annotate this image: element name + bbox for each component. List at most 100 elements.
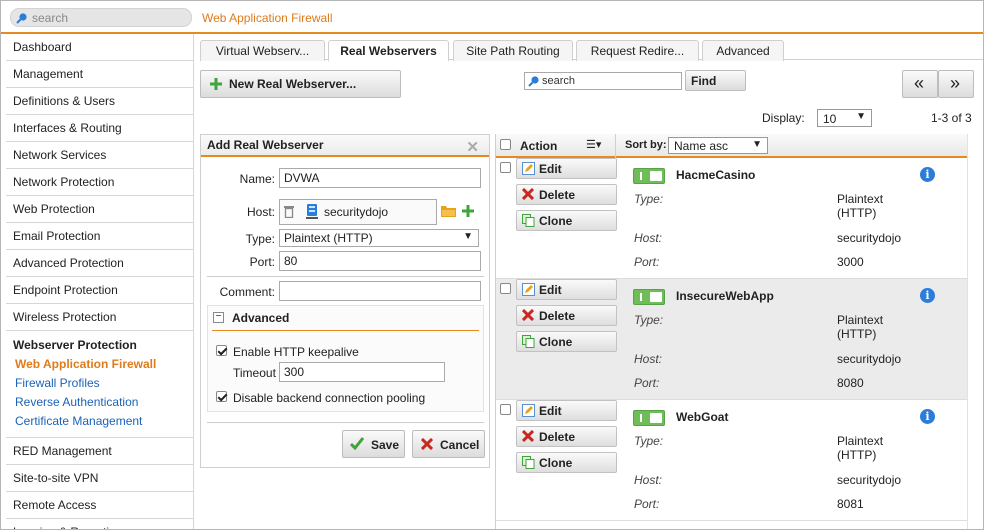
sidebar-subitem-reverse-authentication[interactable]: Reverse Authentication (13, 395, 193, 414)
name-field[interactable]: DVWA (279, 168, 481, 188)
edit-button[interactable]: Edit (516, 158, 617, 179)
sidebar-item-network-protection[interactable]: Network Protection (6, 169, 193, 196)
close-icon[interactable]: ✕ (466, 138, 479, 156)
save-button[interactable]: Save (342, 430, 405, 458)
keepalive-checkbox[interactable] (216, 345, 227, 356)
find-label: Find (691, 74, 717, 88)
sort-label: Sort by: (625, 139, 667, 151)
find-button[interactable]: Find (685, 70, 746, 91)
clone-button[interactable]: Clone (516, 452, 617, 473)
row-checkbox[interactable] (500, 283, 511, 294)
sidebar-item-management[interactable]: Management (6, 61, 193, 88)
delete-button[interactable]: Delete (516, 426, 617, 447)
check-icon (350, 437, 364, 450)
tab-advanced[interactable]: Advanced (702, 40, 784, 61)
delete-label: Delete (539, 188, 576, 202)
comment-field[interactable] (279, 281, 481, 301)
enable-toggle[interactable] (633, 289, 665, 305)
edit-button[interactable]: Edit (516, 400, 617, 421)
divider (207, 276, 484, 277)
chevron-down-icon: ▼ (463, 231, 473, 242)
webserver-name: WebGoat (676, 410, 729, 424)
host-key: Host: (634, 352, 663, 366)
sidebar-subitem-web-application-firewall[interactable]: Web Application Firewall (13, 357, 193, 376)
clone-icon (522, 214, 535, 227)
new-real-webserver-button[interactable]: New Real Webserver... (200, 70, 401, 98)
sidebar-item-site-to-site-vpn[interactable]: Site-to-site VPN (6, 465, 193, 492)
plus-icon[interactable] (462, 205, 474, 217)
info-icon[interactable]: i (920, 167, 935, 182)
sidebar-search-input[interactable]: search (10, 8, 192, 27)
edit-button[interactable]: Edit (516, 279, 617, 300)
port-value: 3000 (837, 255, 864, 269)
panel-title: Add Real Webserver (201, 135, 489, 157)
tab-site-path-routing[interactable]: Site Path Routing (453, 40, 573, 61)
scrollbar[interactable] (967, 134, 983, 529)
host-key: Host: (634, 473, 663, 487)
delete-label: Delete (539, 309, 576, 323)
sidebar-item-logging-reporting[interactable]: Logging & Reporting (6, 519, 193, 529)
info-icon[interactable]: i (920, 288, 935, 303)
clone-button[interactable]: Clone (516, 210, 617, 231)
list-header: Action ☰▾ Sort by: Name asc ▼ (496, 134, 967, 158)
clone-icon (522, 335, 535, 348)
pooling-label: Disable backend connection pooling (233, 391, 426, 405)
sidebar-item-web-protection[interactable]: Web Protection (6, 196, 193, 223)
tab-request-redirection[interactable]: Request Redire... (576, 40, 699, 61)
sidebar-item-red-management[interactable]: RED Management (6, 438, 193, 465)
sidebar-item-network-services[interactable]: Network Services (6, 142, 193, 169)
sidebar-item-email-protection[interactable]: Email Protection (6, 223, 193, 250)
port-key: Port: (634, 497, 660, 511)
select-all-checkbox[interactable] (500, 139, 511, 150)
tab-virtual-webservers[interactable]: Virtual Webserv... (200, 40, 325, 61)
sidebar-subitem-certificate-management[interactable]: Certificate Management (13, 414, 193, 433)
sidebar-item-remote-access[interactable]: Remote Access (6, 492, 193, 519)
column-menu-icon[interactable]: ☰▾ (586, 138, 601, 151)
display-count-select[interactable]: 10 ▼ (817, 109, 872, 127)
list-search-input[interactable]: search (524, 72, 682, 90)
tab-real-webservers[interactable]: Real Webservers (328, 40, 449, 62)
delete-button[interactable]: Delete (516, 305, 617, 326)
enable-toggle[interactable] (633, 410, 665, 426)
sort-select[interactable]: Name asc ▼ (668, 137, 768, 154)
port-field[interactable]: 80 (279, 251, 481, 271)
edit-icon (522, 404, 535, 417)
real-webserver-list: Action ☰▾ Sort by: Name asc ▼ Edit Delet… (495, 134, 967, 529)
edit-label: Edit (539, 283, 562, 297)
prev-page-button[interactable]: « (902, 70, 938, 98)
sidebar-subitem-firewall-profiles[interactable]: Firewall Profiles (13, 376, 193, 395)
row-checkbox[interactable] (500, 162, 511, 173)
enable-toggle[interactable] (633, 168, 665, 184)
delete-icon (522, 188, 534, 200)
collapse-icon[interactable]: − (213, 312, 224, 323)
delete-button[interactable]: Delete (516, 184, 617, 205)
sidebar-item-endpoint-protection[interactable]: Endpoint Protection (6, 277, 193, 304)
sidebar-item-wireless-protection[interactable]: Wireless Protection (6, 304, 193, 331)
trash-icon[interactable] (284, 205, 294, 218)
clone-button[interactable]: Clone (516, 331, 617, 352)
sidebar-item-definitions-users[interactable]: Definitions & Users (6, 88, 193, 115)
folder-icon[interactable] (441, 205, 456, 217)
info-icon[interactable]: i (920, 409, 935, 424)
type-select[interactable]: Plaintext (HTTP) ▼ (279, 229, 479, 247)
host-field[interactable]: securitydojo (279, 199, 437, 225)
timeout-field[interactable]: 300 (279, 362, 445, 382)
pooling-checkbox[interactable] (216, 391, 227, 402)
chevron-down-icon: ▼ (752, 139, 762, 150)
row-checkbox[interactable] (500, 404, 511, 415)
top-bar: search Web Application Firewall (1, 1, 983, 34)
cancel-button[interactable]: Cancel (412, 430, 485, 458)
port-value: 8081 (837, 497, 864, 511)
port-label: Port: (249, 255, 275, 269)
sidebar-item-advanced-protection[interactable]: Advanced Protection (6, 250, 193, 277)
sidebar-group-title[interactable]: Webserver Protection (13, 338, 193, 357)
next-page-button[interactable]: » (938, 70, 974, 98)
action-header: Action (520, 139, 558, 153)
sidebar-item-dashboard[interactable]: Dashboard (6, 34, 193, 61)
prev-page-label: « (914, 73, 925, 93)
host-value: securitydojo (837, 231, 902, 245)
close-icon (421, 438, 433, 450)
sidebar-item-interfaces-routing[interactable]: Interfaces & Routing (6, 115, 193, 142)
advanced-label[interactable]: Advanced (232, 311, 289, 325)
type-value-2: (HTTP) (837, 327, 877, 341)
